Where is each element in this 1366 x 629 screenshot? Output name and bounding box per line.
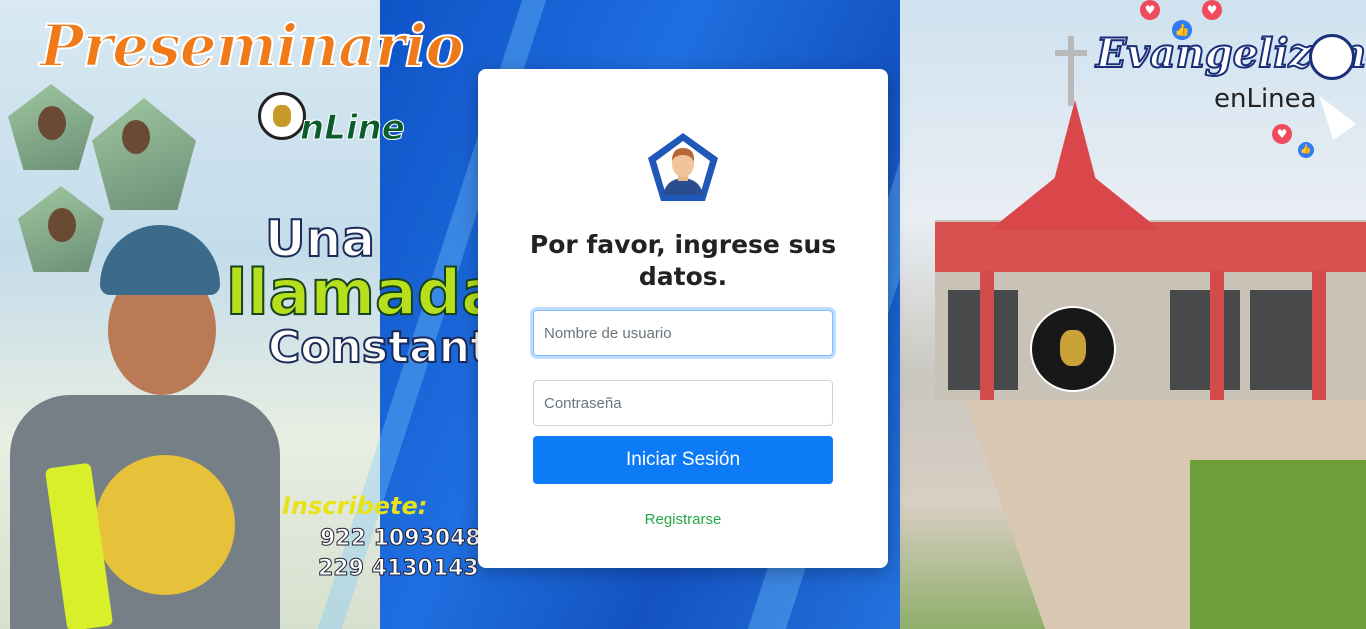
diocese-seal-logo (1030, 306, 1116, 392)
like-reaction-icon: 👍 (1298, 142, 1314, 158)
church-column (980, 270, 994, 400)
slogan-llamada: llamada (225, 255, 504, 330)
enlinea-subtitle: enLinea (1214, 84, 1317, 114)
password-input[interactable] (533, 380, 833, 426)
heart-reaction-icon: ♥ (1140, 0, 1160, 20)
phone-number-2: 229 4130143 (318, 556, 480, 582)
login-heading: Por favor, ingrese sus datos. (529, 230, 837, 291)
phone-number-1: 922 1093048 (320, 526, 482, 552)
church-window (1170, 290, 1240, 390)
church-cross-icon (1068, 36, 1074, 106)
lawn (1190, 460, 1366, 629)
like-reaction-icon: 👍 (1172, 20, 1192, 40)
evangelizando-seal-logo (1309, 34, 1355, 80)
church-column (1312, 270, 1326, 400)
inscribete-label: Inscribete: (282, 492, 428, 520)
seminary-seal-logo (258, 92, 306, 140)
preseminario-title: Preseminario (39, 11, 465, 81)
heart-reaction-icon: ♥ (1272, 124, 1292, 144)
heart-reaction-icon: ♥ (1202, 0, 1222, 20)
login-button[interactable]: Iniciar Sesión (533, 436, 833, 484)
login-card: Por favor, ingrese sus datos. Iniciar Se… (478, 69, 888, 568)
online-title: nLine (300, 108, 406, 149)
register-link[interactable]: Registrarse (478, 511, 888, 528)
church-column (1210, 270, 1224, 400)
user-avatar-icon (648, 133, 718, 201)
username-input[interactable] (533, 310, 833, 356)
church-window (1250, 290, 1320, 390)
